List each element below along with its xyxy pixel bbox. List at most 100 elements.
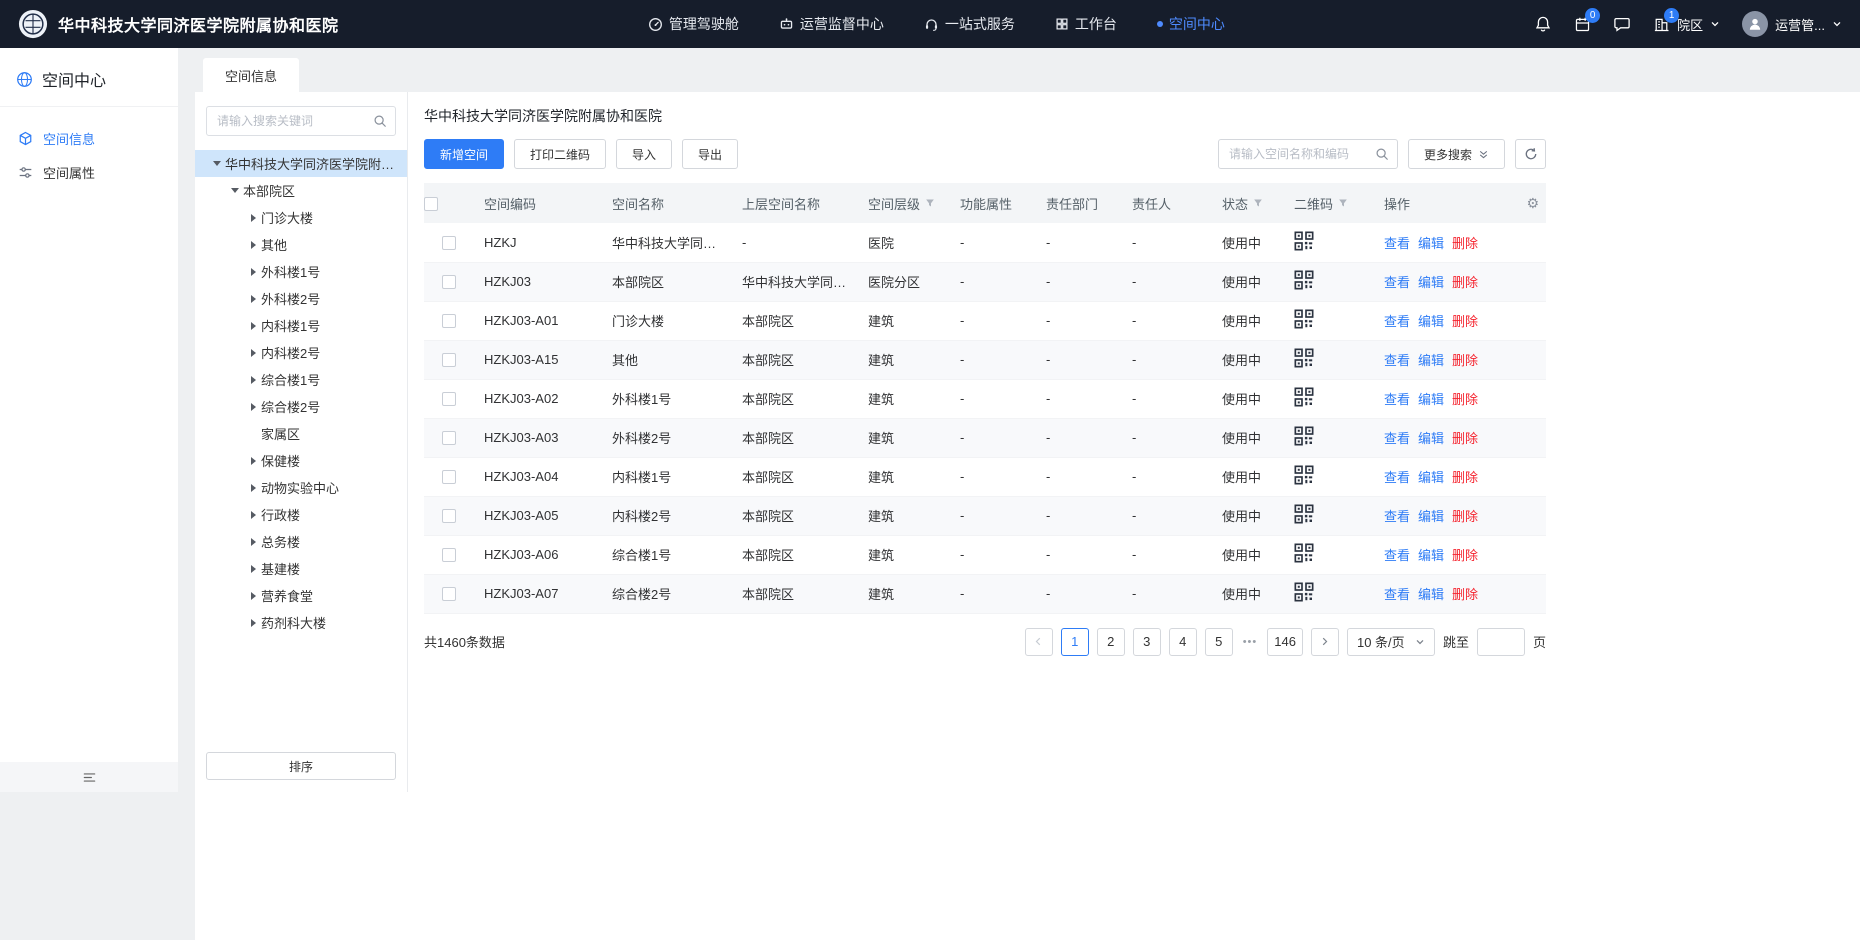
- tree-node[interactable]: 外科楼1号: [195, 258, 407, 285]
- gear-icon[interactable]: ⚙: [1526, 196, 1539, 210]
- jump-page-input[interactable]: [1477, 628, 1525, 656]
- view-link[interactable]: 查看: [1384, 392, 1410, 407]
- search-icon[interactable]: [373, 114, 387, 128]
- delete-link[interactable]: 删除: [1452, 431, 1478, 446]
- tree-node[interactable]: 总务楼: [195, 528, 407, 555]
- topnav-item-5[interactable]: 空间中心: [1157, 14, 1225, 34]
- add-space-button[interactable]: 新增空间: [424, 139, 504, 169]
- filter-icon[interactable]: [1253, 198, 1263, 208]
- topnav-item-2[interactable]: 运营监督中心: [779, 14, 884, 34]
- edit-link[interactable]: 编辑: [1418, 392, 1444, 407]
- sidebar-item-2[interactable]: 空间属性: [0, 155, 178, 189]
- delete-link[interactable]: 删除: [1452, 392, 1478, 407]
- qr-code-icon[interactable]: [1294, 387, 1314, 407]
- filter-icon[interactable]: [925, 198, 935, 208]
- edit-link[interactable]: 编辑: [1418, 470, 1444, 485]
- sidebar-collapse-button[interactable]: [0, 762, 178, 792]
- delete-link[interactable]: 删除: [1452, 509, 1478, 524]
- tree-expand-right-icon[interactable]: [245, 214, 261, 222]
- row-checkbox[interactable]: [442, 392, 456, 406]
- tree-node[interactable]: 保健楼: [195, 447, 407, 474]
- tab-space-info[interactable]: 空间信息: [203, 58, 299, 92]
- edit-link[interactable]: 编辑: [1418, 314, 1444, 329]
- tree-node[interactable]: 家属区: [195, 420, 407, 447]
- sort-button[interactable]: 排序: [206, 752, 396, 780]
- qr-code-icon[interactable]: [1294, 309, 1314, 329]
- print-qr-button[interactable]: 打印二维码: [514, 139, 606, 169]
- campus-selector[interactable]: 1 院区: [1653, 15, 1720, 34]
- row-checkbox[interactable]: [442, 587, 456, 601]
- tree-node[interactable]: 本部院区: [195, 177, 407, 204]
- page-button-146[interactable]: 146: [1267, 628, 1303, 656]
- tree-expand-right-icon[interactable]: [245, 484, 261, 492]
- delete-link[interactable]: 删除: [1452, 353, 1478, 368]
- tree-node[interactable]: 行政楼: [195, 501, 407, 528]
- tree-node[interactable]: 外科楼2号: [195, 285, 407, 312]
- sidebar-item-1[interactable]: 空间信息: [0, 121, 178, 155]
- view-link[interactable]: 查看: [1384, 509, 1410, 524]
- qr-code-icon[interactable]: [1294, 426, 1314, 446]
- row-checkbox[interactable]: [442, 314, 456, 328]
- tree-expand-down-icon[interactable]: [209, 161, 225, 166]
- qr-code-icon[interactable]: [1294, 348, 1314, 368]
- tree-expand-down-icon[interactable]: [227, 188, 243, 193]
- tree-node[interactable]: 其他: [195, 231, 407, 258]
- table-search-input[interactable]: [1218, 139, 1398, 169]
- export-button[interactable]: 导出: [682, 139, 738, 169]
- tree-node[interactable]: 动物实验中心: [195, 474, 407, 501]
- page-button-1[interactable]: 1: [1061, 628, 1089, 656]
- more-search-button[interactable]: 更多搜索: [1408, 139, 1505, 169]
- page-button-4[interactable]: 4: [1169, 628, 1197, 656]
- row-checkbox[interactable]: [442, 509, 456, 523]
- row-checkbox[interactable]: [442, 548, 456, 562]
- tree-node[interactable]: 综合楼2号: [195, 393, 407, 420]
- tree-node[interactable]: 内科楼2号: [195, 339, 407, 366]
- view-link[interactable]: 查看: [1384, 314, 1410, 329]
- row-checkbox[interactable]: [442, 353, 456, 367]
- next-page-button[interactable]: [1311, 628, 1339, 656]
- prev-page-button[interactable]: [1025, 628, 1053, 656]
- page-button-2[interactable]: 2: [1097, 628, 1125, 656]
- qr-code-icon[interactable]: [1294, 543, 1314, 563]
- bell-icon[interactable]: [1534, 15, 1552, 33]
- topnav-item-4[interactable]: 工作台: [1055, 14, 1117, 34]
- message-icon[interactable]: [1613, 15, 1631, 33]
- topnav-item-1[interactable]: 管理驾驶舱: [648, 14, 739, 34]
- page-button-3[interactable]: 3: [1133, 628, 1161, 656]
- view-link[interactable]: 查看: [1384, 275, 1410, 290]
- qr-code-icon[interactable]: [1294, 465, 1314, 485]
- edit-link[interactable]: 编辑: [1418, 548, 1444, 563]
- filter-icon[interactable]: [1338, 198, 1348, 208]
- view-link[interactable]: 查看: [1384, 470, 1410, 485]
- view-link[interactable]: 查看: [1384, 353, 1410, 368]
- qr-code-icon[interactable]: [1294, 582, 1314, 602]
- delete-link[interactable]: 删除: [1452, 275, 1478, 290]
- delete-link[interactable]: 删除: [1452, 587, 1478, 602]
- delete-link[interactable]: 删除: [1452, 236, 1478, 251]
- delete-link[interactable]: 删除: [1452, 470, 1478, 485]
- qr-code-icon[interactable]: [1294, 270, 1314, 290]
- row-checkbox[interactable]: [442, 470, 456, 484]
- edit-link[interactable]: 编辑: [1418, 275, 1444, 290]
- qr-code-icon[interactable]: [1294, 231, 1314, 251]
- tree-node[interactable]: 药剂科大楼: [195, 609, 407, 636]
- tree-expand-right-icon[interactable]: [245, 295, 261, 303]
- view-link[interactable]: 查看: [1384, 236, 1410, 251]
- tree-search-input[interactable]: [206, 106, 396, 136]
- tree-expand-right-icon[interactable]: [245, 619, 261, 627]
- topnav-item-3[interactable]: 一站式服务: [924, 14, 1015, 34]
- tree-expand-right-icon[interactable]: [245, 376, 261, 384]
- tree-expand-right-icon[interactable]: [245, 592, 261, 600]
- edit-link[interactable]: 编辑: [1418, 353, 1444, 368]
- tree-node[interactable]: 营养食堂: [195, 582, 407, 609]
- page-size-select[interactable]: 10 条/页: [1347, 628, 1435, 656]
- tree-node[interactable]: 华中科技大学同济医学院附属协...: [195, 150, 407, 177]
- import-button[interactable]: 导入: [616, 139, 672, 169]
- tree-node[interactable]: 门诊大楼: [195, 204, 407, 231]
- tree-expand-right-icon[interactable]: [245, 565, 261, 573]
- view-link[interactable]: 查看: [1384, 431, 1410, 446]
- view-link[interactable]: 查看: [1384, 548, 1410, 563]
- tree-expand-right-icon[interactable]: [245, 268, 261, 276]
- row-checkbox[interactable]: [442, 275, 456, 289]
- header-checkbox[interactable]: [424, 197, 438, 211]
